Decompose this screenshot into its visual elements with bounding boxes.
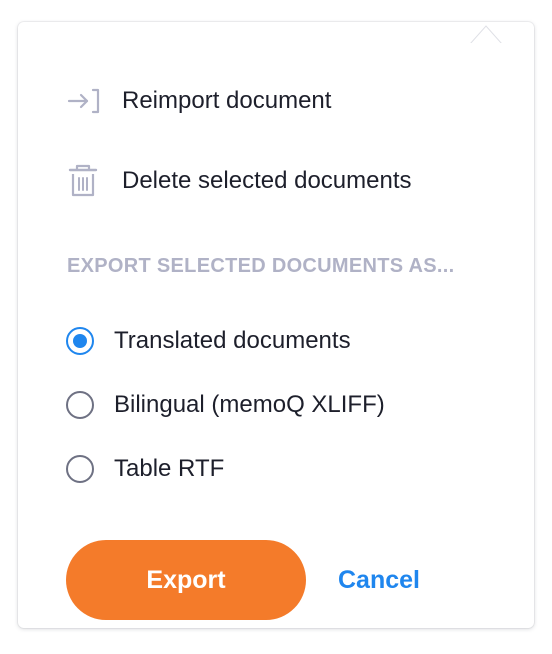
reimport-document-item[interactable]: Reimport document [66, 81, 331, 121]
delete-selected-documents-label: Delete selected documents [122, 167, 412, 194]
export-popover: Reimport document Delete selected docume… [18, 22, 534, 628]
radio-button-checked[interactable] [66, 327, 94, 355]
export-option-label: Bilingual (memoQ XLIFF) [114, 391, 385, 418]
export-option-table-rtf[interactable]: Table RTF [66, 452, 224, 486]
cancel-button[interactable]: Cancel [338, 562, 420, 598]
delete-selected-documents-item[interactable]: Delete selected documents [66, 161, 412, 201]
export-option-translated-documents[interactable]: Translated documents [66, 324, 351, 358]
export-option-label: Table RTF [114, 455, 225, 482]
trash-icon [66, 161, 106, 201]
reimport-icon [66, 81, 106, 121]
export-option-label: Translated documents [114, 327, 351, 354]
export-button[interactable]: Export [66, 540, 306, 620]
export-option-bilingual-memoq-xliff[interactable]: Bilingual (memoQ XLIFF) [66, 388, 385, 422]
reimport-document-label: Reimport document [122, 87, 332, 114]
radio-button[interactable] [66, 455, 94, 483]
popover-arrow [470, 24, 502, 44]
radio-button[interactable] [66, 391, 94, 419]
export-section-header: EXPORT SELECTED DOCUMENTS AS... [67, 255, 455, 277]
